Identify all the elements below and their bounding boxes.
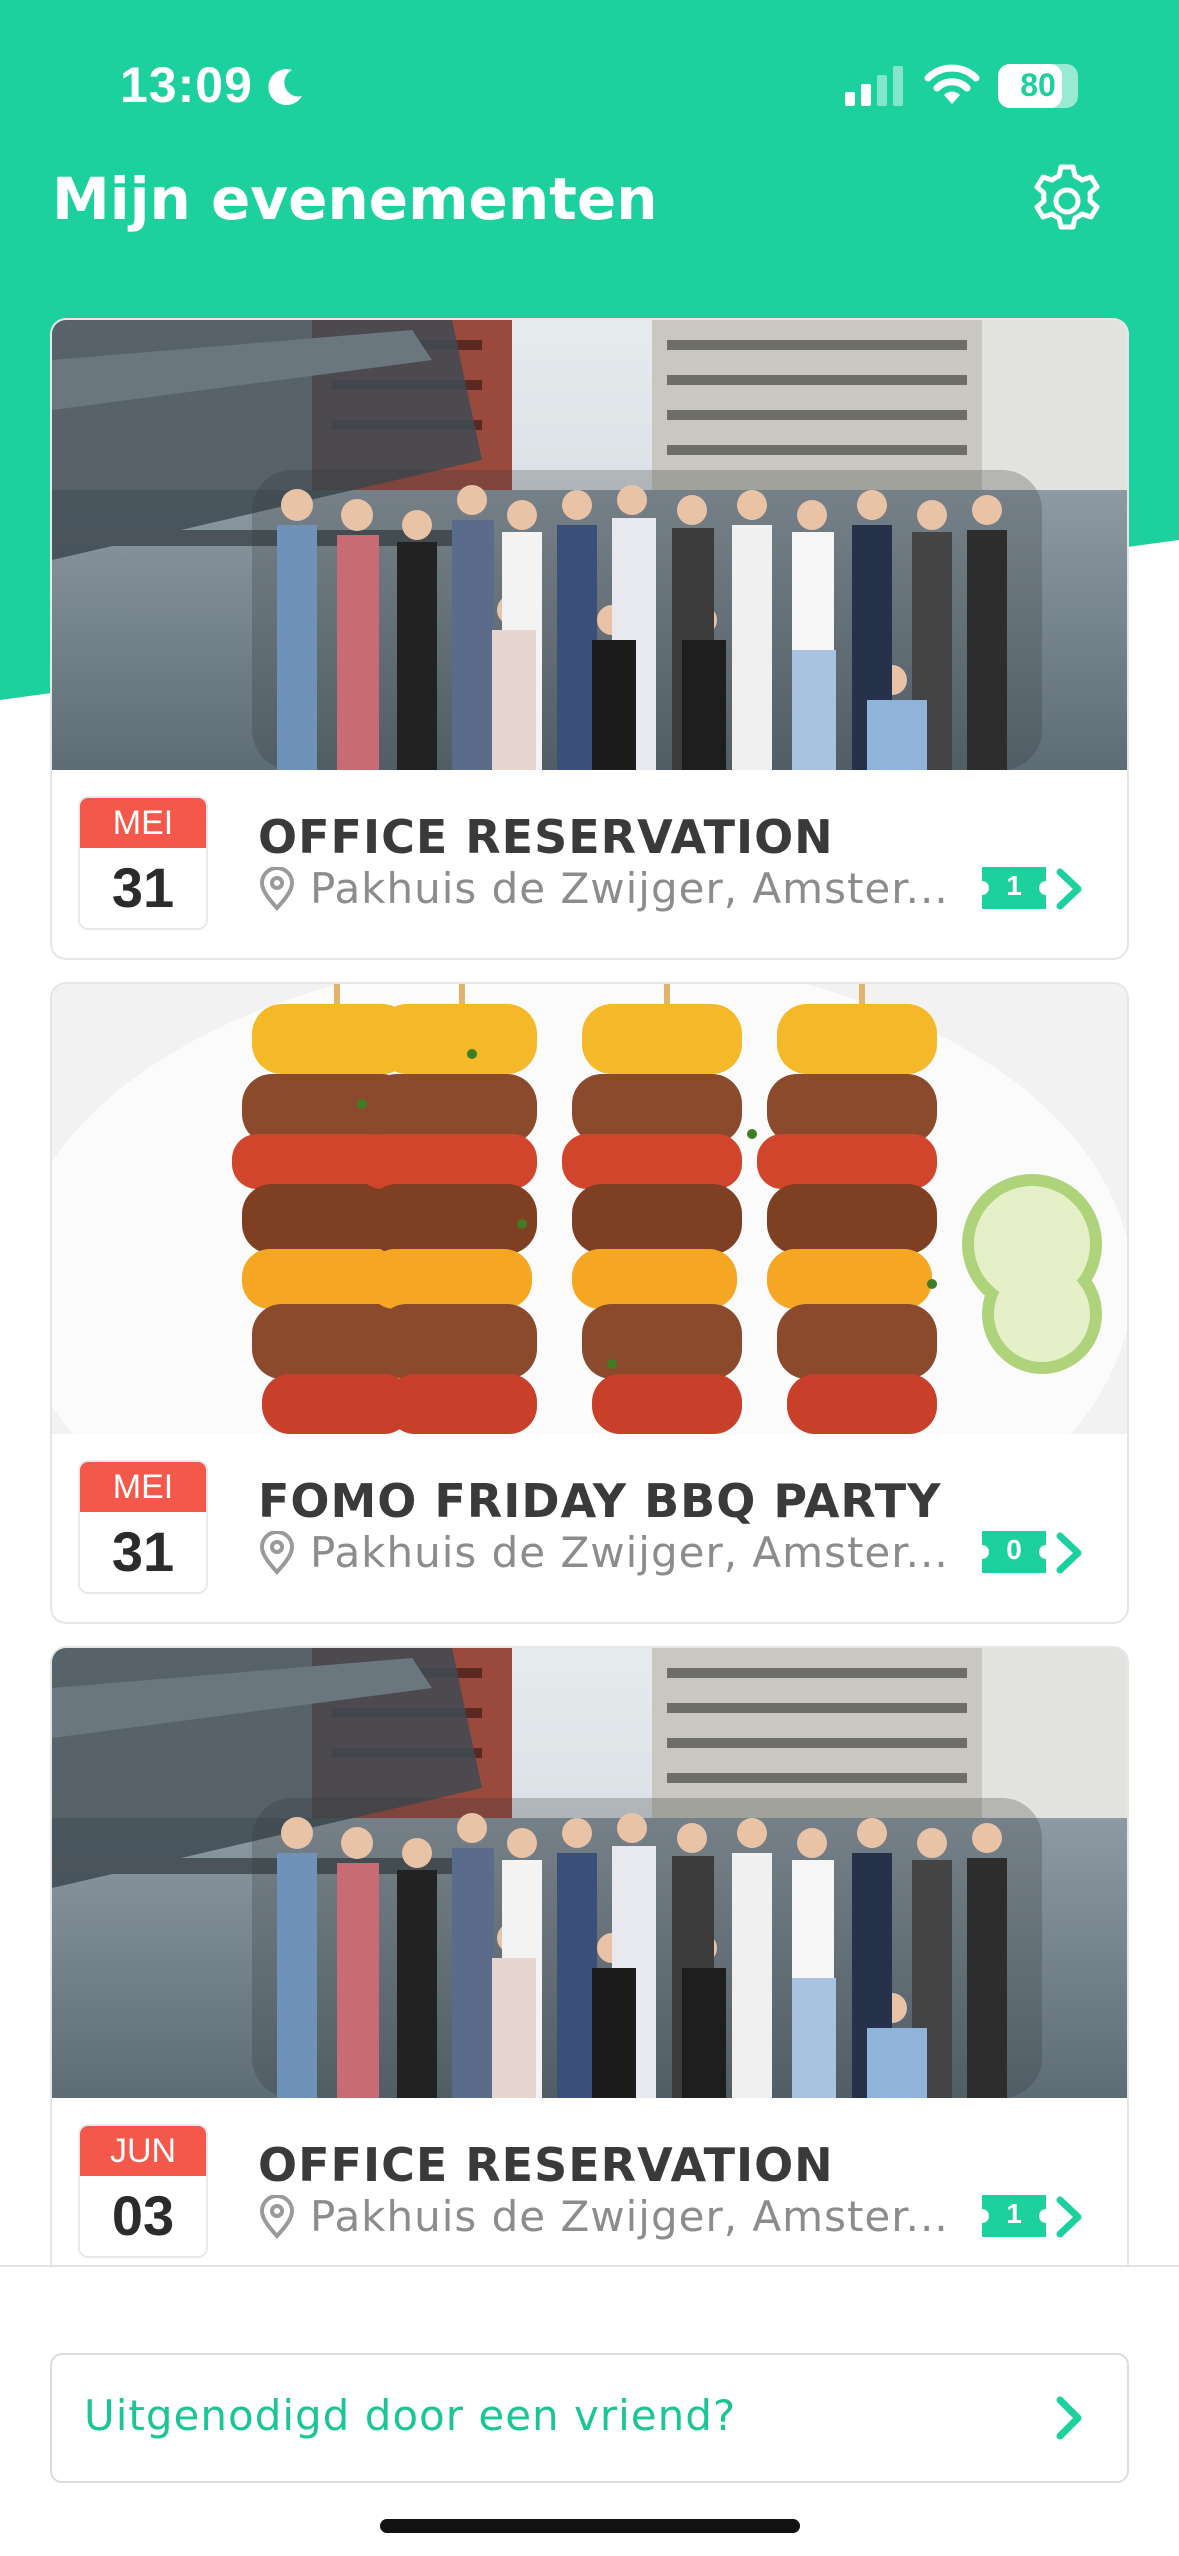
event-location: Pakhuis de Zwijger, Amster... bbox=[258, 2192, 949, 2241]
date-month: JUN bbox=[80, 2126, 206, 2176]
date-day: 31 bbox=[111, 1520, 175, 1583]
location-text: Pakhuis de Zwijger, Amster... bbox=[310, 864, 949, 913]
location-text: Pakhuis de Zwijger, Amster... bbox=[310, 1528, 949, 1577]
status-bar: 13:09 80 bbox=[0, 0, 1179, 170]
location-pin-icon bbox=[259, 866, 295, 911]
event-title: OFFICE RESERVATION bbox=[258, 2138, 834, 2192]
battery-indicator: 80 bbox=[998, 64, 1078, 108]
event-image bbox=[52, 320, 1127, 770]
ticket-count: 1 bbox=[1006, 2198, 1022, 2229]
event-card[interactable]: MEI 31 FOMO FRIDAY BBQ PARTY Pakhuis de … bbox=[52, 984, 1127, 1622]
event-title: OFFICE RESERVATION bbox=[258, 810, 834, 864]
date-badge: JUN 03 bbox=[80, 2126, 206, 2256]
battery-level-text: 80 bbox=[1020, 67, 1056, 103]
event-title: FOMO FRIDAY BBQ PARTY bbox=[258, 1474, 942, 1528]
ticket-badge: 1 bbox=[982, 2195, 1046, 2237]
signal-icon bbox=[845, 66, 903, 106]
location-pin-icon bbox=[259, 2194, 295, 2239]
date-badge: MEI 31 bbox=[80, 1462, 206, 1592]
date-badge: MEI 31 bbox=[80, 798, 206, 928]
event-image bbox=[52, 1648, 1127, 2098]
event-location: Pakhuis de Zwijger, Amster... bbox=[258, 864, 949, 913]
event-card[interactable]: MEI 31 OFFICE RESERVATION Pakhuis de Zwi… bbox=[52, 320, 1127, 958]
invite-friend-button[interactable]: Uitgenodigd door een vriend? bbox=[52, 2355, 1127, 2481]
ticket-count: 0 bbox=[1006, 1534, 1022, 1565]
event-image bbox=[52, 984, 1127, 1434]
event-location: Pakhuis de Zwijger, Amster... bbox=[258, 1528, 949, 1577]
location-text: Pakhuis de Zwijger, Amster... bbox=[310, 2192, 949, 2241]
location-pin-icon bbox=[259, 1530, 295, 1575]
date-day: 03 bbox=[111, 2184, 175, 2247]
ticket-badge: 1 bbox=[982, 867, 1046, 909]
bottom-panel: Uitgenodigd door een vriend? bbox=[0, 2265, 1179, 2556]
date-month: MEI bbox=[80, 798, 206, 848]
page-title: Mijn evenementen bbox=[52, 165, 658, 233]
page-header: Mijn evenementen bbox=[0, 150, 1179, 260]
chevron-right-icon bbox=[1056, 2196, 1082, 2238]
event-card[interactable]: JUN 03 OFFICE RESERVATION Pakhuis de Zwi… bbox=[52, 1648, 1127, 2286]
home-indicator bbox=[380, 2519, 800, 2533]
date-month: MEI bbox=[80, 1462, 206, 1512]
ticket-count: 1 bbox=[1006, 870, 1022, 901]
chevron-right-icon bbox=[1056, 1532, 1082, 1574]
chevron-right-icon bbox=[1056, 868, 1082, 910]
status-time: 13:09 bbox=[120, 57, 253, 113]
invite-friend-label: Uitgenodigd door een vriend? bbox=[84, 2391, 737, 2440]
moon-icon bbox=[268, 69, 302, 106]
date-day: 31 bbox=[111, 856, 175, 919]
chevron-right-icon bbox=[1056, 2396, 1082, 2440]
gear-icon[interactable] bbox=[1028, 162, 1106, 240]
wifi-icon bbox=[924, 64, 980, 104]
ticket-badge: 0 bbox=[982, 1531, 1046, 1573]
